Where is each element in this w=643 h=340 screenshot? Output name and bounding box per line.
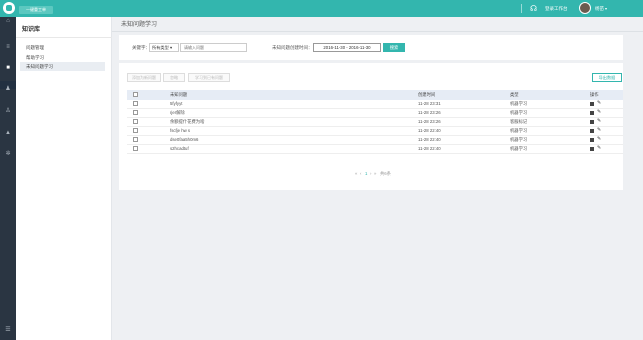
page-1-button[interactable]: 1 [365,171,367,176]
home-icon[interactable]: ⌂ [4,17,12,25]
edit-icon[interactable]: ✎ [597,145,601,151]
keyword-input[interactable] [180,43,247,52]
row-checkbox[interactable] [133,101,138,106]
chevron-down-icon: ▾ [169,45,173,50]
username[interactable]: 杨苗 [595,6,604,12]
question-cell: 余额提什花费为啥 [170,119,205,124]
time-cell: 11-28 23:26 [418,110,441,115]
type-cell: 客服标记 [510,119,528,124]
header-time: 创建时间 [418,92,436,97]
edit-icon[interactable]: ✎ [597,127,601,133]
question-cell: dse0faa5h0m6 [170,137,199,142]
type-cell: 机器学习 [510,137,528,142]
row-checkbox[interactable] [133,137,138,142]
select-all-checkbox[interactable] [133,92,138,97]
avatar[interactable] [579,2,591,14]
row-divider [127,144,623,145]
row-checkbox[interactable] [133,128,138,133]
learn-existing-button[interactable]: 学习到已有问题 [188,73,230,82]
ignore-button[interactable]: 忽略 [163,73,185,82]
last-page-button[interactable]: » [374,171,376,176]
learn-icon[interactable] [590,138,594,142]
sidebar-item-question-management[interactable]: 问题管理 [20,43,121,52]
type-select[interactable]: 所有类型 ▾ [149,43,179,52]
time-cell: 11-28 22:40 [418,146,441,151]
header-actions: 操作 [590,92,599,97]
row-checkbox[interactable] [133,119,138,124]
topbar-divider [521,4,522,13]
row-checkbox[interactable] [133,110,138,115]
learn-icon[interactable] [590,102,594,106]
time-cell: 11-28 22:40 [418,137,441,142]
page-title: 未知问题学习 [121,22,158,28]
next-page-button[interactable]: › [370,171,371,176]
book-icon[interactable]: ■ [4,64,12,72]
edit-icon[interactable]: ✎ [597,136,601,142]
user-icon[interactable]: ♟ [4,85,12,93]
sidebar-title: 知识库 [22,27,41,33]
learn-icon[interactable] [590,111,594,115]
row-divider [127,117,623,118]
learn-icon[interactable] [590,120,594,124]
edit-icon[interactable]: ✎ [597,100,601,106]
prev-page-button[interactable]: ‹ [360,171,361,176]
type-cell: 机器学习 [510,110,528,115]
date-range-picker[interactable]: 2016-11-30 - 2016-11-30 [313,43,381,52]
title-divider [112,31,643,32]
one-click-ticket-button[interactable]: 一键重工单 [19,6,53,14]
chevron-down-icon[interactable]: ▾ [605,6,607,11]
sidebar-item-unknown-learning[interactable]: 未知问题学习 [20,62,105,71]
chart-icon[interactable]: ▲ [4,129,12,137]
type-cell: 机器学习 [510,128,528,133]
menu-icon[interactable]: ☰ [4,326,12,334]
question-cell: fscfje hw s [170,128,191,133]
table-header [127,90,623,100]
left-icon-bar: ⌂ ≡ ■ ♟ ♙ ▲ ✲ ☰ [0,17,16,340]
sidebar-item-help-learning[interactable]: 帮助学习 [20,53,121,62]
header-type: 类型 [510,92,519,97]
row-divider [127,153,623,154]
question-cell: rjer解除 [170,110,185,115]
type-cell: 机器学习 [510,101,528,106]
person-icon[interactable]: ♙ [4,107,12,115]
gear-icon[interactable]: ✲ [4,150,12,158]
keyword-label: 关键字： [132,45,150,50]
learn-icon[interactable] [590,147,594,151]
export-button[interactable]: 导出数据 [592,73,622,82]
logo-icon [3,2,15,14]
date-label: 未知问题创建时间： [272,45,313,50]
list-icon[interactable]: ≡ [4,43,12,51]
question-cell: 5fyfyyt [170,101,183,106]
learn-icon[interactable] [590,129,594,133]
first-page-button[interactable]: « [355,171,357,176]
time-cell: 11-28 23:26 [418,119,441,124]
time-cell: 11-28 23:31 [418,101,441,106]
type-select-value: 所有类型 [152,45,169,50]
edit-icon[interactable]: ✎ [597,109,601,115]
type-cell: 机器学习 [510,146,528,151]
row-divider [127,135,623,136]
total-count: 共6条 [380,171,391,176]
edit-icon[interactable]: ✎ [597,118,601,124]
row-divider [127,108,623,109]
question-cell: s2hcadtuf [170,146,189,151]
sidebar-divider [16,37,112,38]
row-checkbox[interactable] [133,146,138,151]
add-as-new-button[interactable]: 添加为新问题 [127,73,161,82]
search-button[interactable]: 搜索 [383,43,405,52]
row-divider [127,126,623,127]
workspace-link[interactable]: 登录工作台 [545,6,568,12]
time-cell: 11-28 22:40 [418,128,441,133]
header-question: 未知问题 [170,92,188,97]
headset-icon[interactable]: ☊ [530,4,539,13]
